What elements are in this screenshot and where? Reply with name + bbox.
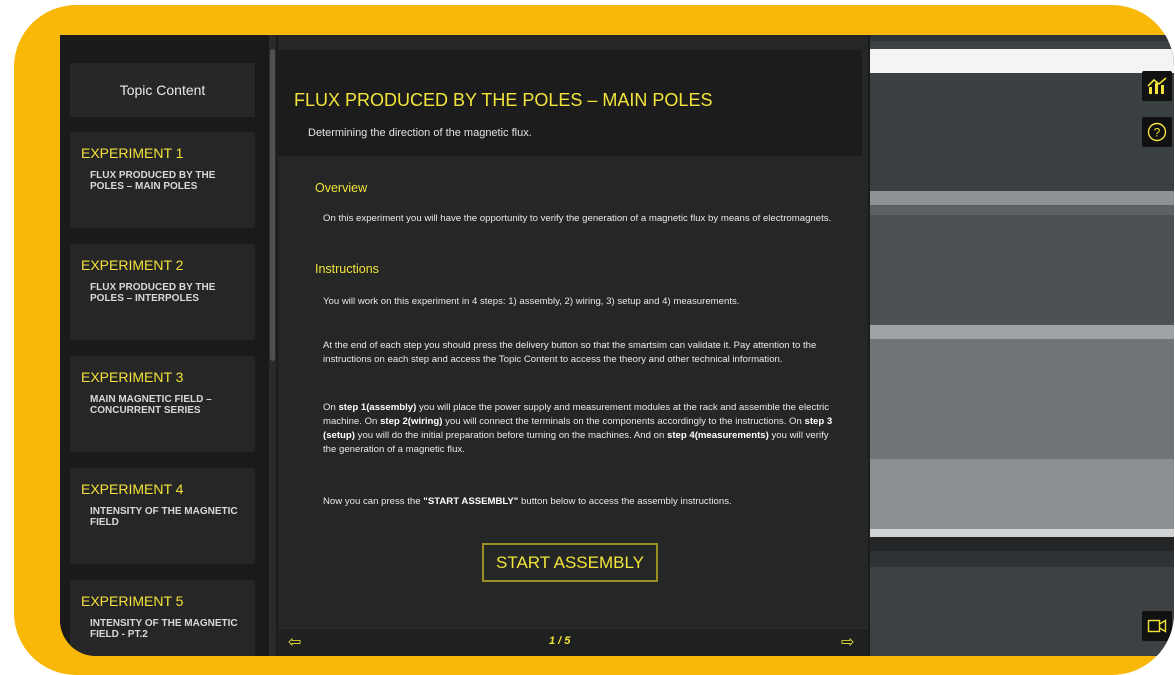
instructions-steps-text: You will work on this experiment in 4 st… [323,296,740,307]
viewport-panel [870,459,1174,529]
experiment-title: EXPERIMENT 5 [81,593,184,609]
viewport-panel [870,49,1174,73]
experiment-title: EXPERIMENT 3 [81,369,184,385]
experiment-subtitle: INTENSITY OF THE MAGNETIC FIELD [90,506,238,528]
viewport-panel [870,551,1174,567]
device-frame: Topic Content EXPERIMENT 1 FLUX PRODUCED… [14,5,1174,675]
topic-content-button[interactable]: Topic Content [70,63,255,117]
viewport-rail [870,529,1174,537]
instructions-heading: Instructions [315,262,379,276]
start-assembly-button[interactable]: START ASSEMBLY [482,543,658,582]
chart-icon[interactable] [1142,71,1172,101]
experiment-title: EXPERIMENT 4 [81,481,184,497]
page-subtitle: Determining the direction of the magneti… [308,127,532,139]
sidebar-item-experiment-1[interactable]: EXPERIMENT 1 FLUX PRODUCED BY THE POLES … [70,132,255,228]
sidebar-scrollbar-thumb[interactable] [270,49,275,361]
viewport-rail [870,325,1174,339]
simulation-viewport[interactable] [870,35,1174,656]
viewport-rail [870,191,1174,205]
viewport-strip [870,35,1174,41]
help-icon-glyph: ? [1147,122,1167,142]
viewport-rail [870,205,1174,215]
viewport-panel [870,215,1174,325]
help-circle-icon[interactable]: ? [1142,117,1172,147]
svg-text:?: ? [1154,126,1161,140]
page-indicator: 1 / 5 [549,635,571,647]
experiment-subtitle: MAIN MAGNETIC FIELD – CONCURRENT SERIES [90,394,212,416]
viewport-rail [870,537,1174,551]
overview-text: On this experiment you will have the opp… [323,213,832,224]
start-assembly-hint: Now you can press the "START ASSEMBLY" b… [323,496,732,507]
experiment-subtitle: FLUX PRODUCED BY THE POLES – MAIN POLES [90,170,216,192]
video-camera-icon[interactable] [1142,611,1172,641]
sidebar: Topic Content EXPERIMENT 1 FLUX PRODUCED… [60,35,268,656]
app-screen: Topic Content EXPERIMENT 1 FLUX PRODUCED… [60,35,1174,656]
camera-icon-glyph [1147,619,1167,633]
sidebar-item-experiment-5[interactable]: EXPERIMENT 5 INTENSITY OF THE MAGNETIC F… [70,580,255,656]
panel-header: FLUX PRODUCED BY THE POLES – MAIN POLES … [278,50,862,156]
viewport-panel [870,339,1174,459]
experiment-subtitle: FLUX PRODUCED BY THE POLES – INTERPOLES [90,282,216,304]
sidebar-item-experiment-2[interactable]: EXPERIMENT 2 FLUX PRODUCED BY THE POLES … [70,244,255,340]
page-title: FLUX PRODUCED BY THE POLES – MAIN POLES [294,90,713,110]
pager-bar: ⇦ 1 / 5 ⇨ [278,628,868,656]
experiment-panel: FLUX PRODUCED BY THE POLES – MAIN POLES … [278,35,868,656]
sidebar-item-experiment-4[interactable]: EXPERIMENT 4 INTENSITY OF THE MAGNETIC F… [70,468,255,564]
arrow-left-icon[interactable]: ⇦ [288,632,301,652]
chart-icon-glyph [1147,77,1167,94]
experiment-subtitle: INTENSITY OF THE MAGNETIC FIELD - PT.2 [90,618,238,640]
experiment-title: EXPERIMENT 2 [81,257,184,273]
instructions-delivery-text: At the end of each step you should press… [323,340,817,365]
instructions-steps-detail: On step 1(assembly) you will place the p… [323,402,833,455]
experiment-title: EXPERIMENT 1 [81,145,184,161]
overview-heading: Overview [315,181,368,195]
arrow-right-icon[interactable]: ⇨ [841,632,854,652]
viewport-panel [870,567,1174,656]
viewport-panel [870,73,1174,191]
sidebar-item-experiment-3[interactable]: EXPERIMENT 3 MAIN MAGNETIC FIELD – CONCU… [70,356,255,452]
